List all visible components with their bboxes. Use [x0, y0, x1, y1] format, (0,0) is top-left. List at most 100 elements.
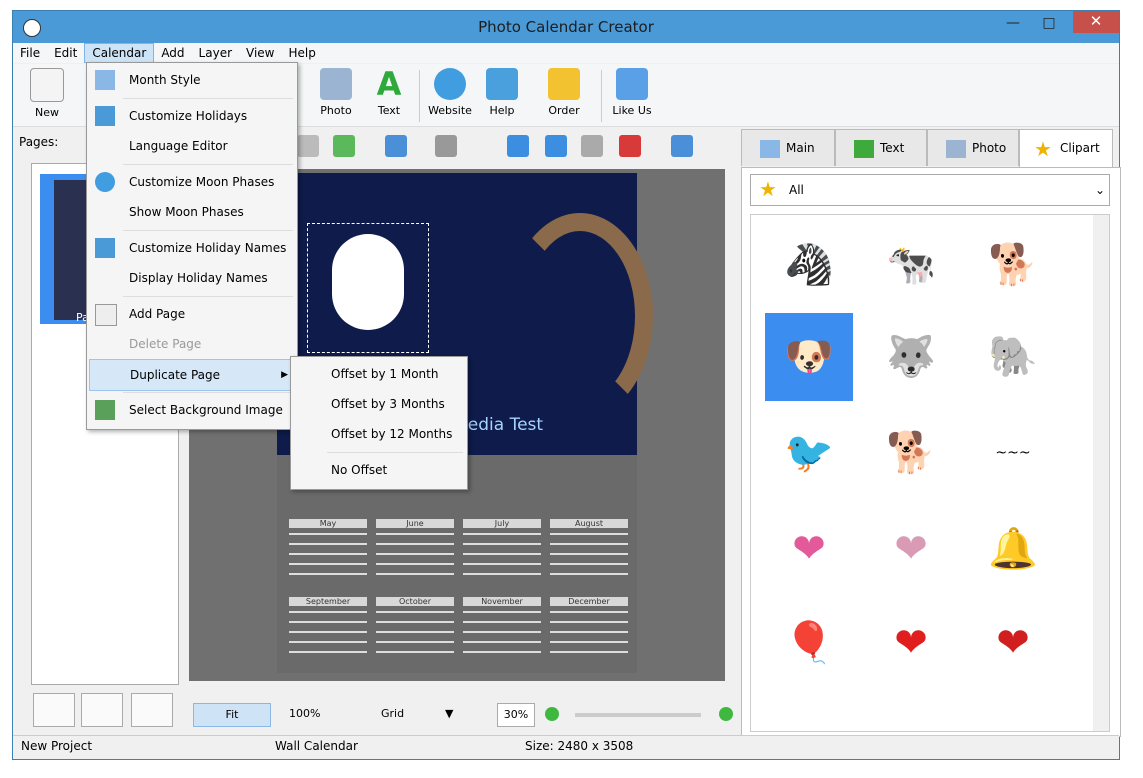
help-button[interactable]: Help [474, 68, 530, 117]
menu-item-display-holiday-names[interactable]: Display Holiday Names [87, 263, 297, 293]
light-heart-clipart[interactable]: ❤ [867, 505, 955, 593]
elephant-clipart[interactable]: 🐘 [969, 313, 1057, 401]
canvas-toolbar [289, 127, 739, 167]
clipart-category-select[interactable]: ★ All ⌄ [750, 174, 1110, 206]
red-heart-clipart[interactable]: ❤ [867, 599, 955, 687]
menu-item-customize-moon-phases[interactable]: Customize Moon Phases [87, 167, 297, 197]
zoom-slider[interactable] [575, 713, 701, 717]
month-december: December [550, 597, 628, 661]
menu-item-select-background-image[interactable]: Select Background Image [87, 395, 297, 425]
star-icon: ★ [759, 177, 777, 201]
menu-item-customize-holiday-names[interactable]: Customize Holiday Names [87, 233, 297, 263]
fit-button[interactable]: Fit [193, 703, 271, 727]
align-icon[interactable] [385, 135, 407, 157]
text-button[interactable]: A Text [361, 68, 417, 117]
menu-item-delete-page[interactable]: Delete Page [87, 329, 297, 359]
collie-dog-clipart[interactable]: 🐕 [969, 221, 1057, 309]
new-file-icon [30, 68, 64, 102]
pink-heart-clipart[interactable]: ❤ [765, 505, 853, 593]
menu-separator [123, 98, 293, 99]
minimize-icon[interactable]: — [999, 13, 1027, 35]
menu-file[interactable]: File [13, 43, 47, 63]
month-june: June [376, 519, 454, 583]
zoom-100-button[interactable]: 100% [289, 703, 320, 725]
month-october: October [376, 597, 454, 661]
menu-item-month-style[interactable]: Month Style [87, 65, 297, 95]
menu-item-customize-holidays[interactable]: Customize Holidays [87, 101, 297, 131]
clipart-gallery: 🦓 🐄 🐕 🐶 🐺 🐘 🐦 🐕 ~~~ ❤ ❤ 🔔 🎈 ❤ ❤ [750, 214, 1110, 732]
tab-main[interactable]: Main [741, 129, 835, 166]
dalmatian-clipart[interactable]: 🐶 [765, 313, 853, 401]
submenu-offset-3-months[interactable]: Offset by 3 Months [331, 389, 445, 419]
submenu-offset-12-months[interactable]: Offset by 12 Months [331, 419, 452, 449]
canvas-horizontal-scrollbar[interactable] [189, 683, 725, 697]
panel-tabs: Main Text Photo ★ Clipart [741, 127, 1119, 168]
month-august: August [550, 519, 628, 583]
poster-title: pedia Test [457, 415, 544, 435]
bell-clipart[interactable]: 🔔 [969, 505, 1057, 593]
calendar-grid-icon [95, 70, 115, 90]
month-september: September [289, 597, 367, 661]
new-button[interactable]: New [19, 68, 75, 119]
husky-clipart[interactable]: 🐺 [867, 313, 955, 401]
tab-text[interactable]: Text [835, 129, 927, 166]
menu-help[interactable]: Help [282, 43, 323, 63]
clipart-scrollbar[interactable] [1093, 215, 1109, 731]
grid-dropdown-arrow-icon[interactable]: ▼ [445, 703, 453, 725]
delete-icon[interactable] [619, 135, 641, 157]
menu-calendar[interactable]: Calendar [84, 43, 155, 63]
settings-gear-icon[interactable] [671, 135, 693, 157]
month-november: November [463, 597, 541, 661]
like-us-button[interactable]: Like Us [604, 68, 660, 117]
landscape-image-icon [95, 400, 115, 420]
calendar-icon [95, 238, 115, 258]
distribute-icon[interactable] [435, 135, 457, 157]
bird-clipart[interactable]: 🐦 [765, 409, 853, 497]
menu-separator [123, 392, 293, 393]
toolbar-separator [419, 70, 420, 122]
send-backward-icon[interactable] [333, 135, 355, 157]
menu-edit[interactable]: Edit [47, 43, 84, 63]
menu-view[interactable]: View [239, 43, 281, 63]
zoom-in-icon[interactable] [545, 707, 559, 721]
import-page-button[interactable] [81, 693, 123, 727]
cut-icon[interactable] [507, 135, 529, 157]
zoom-value-field[interactable]: 30% [497, 703, 535, 727]
bring-forward-icon[interactable] [297, 135, 319, 157]
selected-dog-clipart[interactable] [307, 223, 429, 353]
website-button[interactable]: Website [422, 68, 478, 117]
puppy-clipart[interactable]: 🐕 [867, 409, 955, 497]
toolbar-separator [601, 70, 602, 122]
paste-icon[interactable] [581, 135, 603, 157]
delete-page-button[interactable] [131, 693, 173, 727]
canvas-vertical-scrollbar[interactable] [727, 169, 741, 681]
menu-item-add-page[interactable]: Add Page [87, 299, 297, 329]
submenu-offset-1-month[interactable]: Offset by 1 Month [331, 359, 438, 389]
balloons-clipart[interactable]: 🎈 [765, 599, 853, 687]
add-page-button[interactable] [33, 693, 75, 727]
twig-clipart[interactable]: ~~~ [969, 409, 1057, 497]
properties-panel: Main Text Photo ★ Clipart ★ All ⌄ 🦓 🐄 🐕 🐶… [741, 127, 1121, 737]
heart-arrow-clipart[interactable]: ❤ [969, 599, 1057, 687]
menu-add[interactable]: Add [154, 43, 191, 63]
menu-layer[interactable]: Layer [192, 43, 239, 63]
menu-item-duplicate-page[interactable]: Duplicate Page ▶ [89, 359, 295, 391]
photo-button[interactable]: Photo [308, 68, 364, 117]
tab-clipart[interactable]: ★ Clipart [1019, 129, 1113, 168]
copy-icon[interactable] [545, 135, 567, 157]
menu-item-language-editor[interactable]: Language Editor [87, 131, 297, 161]
text-a-icon: A [376, 65, 402, 103]
close-icon[interactable]: ✕ [1073, 11, 1119, 33]
tab-photo[interactable]: Photo [927, 129, 1019, 166]
status-bar: New Project Wall Calendar Size: 2480 x 3… [13, 735, 1119, 756]
zoom-out-icon[interactable] [719, 707, 733, 721]
maximize-icon[interactable]: □ [1035, 13, 1063, 35]
order-button[interactable]: Order [536, 68, 592, 117]
zebra-clipart[interactable]: 🦓 [765, 221, 853, 309]
menu-item-show-moon-phases[interactable]: Show Moon Phases [87, 197, 297, 227]
cow-clipart[interactable]: 🐄 [867, 221, 955, 309]
grid-button[interactable]: Grid [381, 703, 404, 725]
submenu-no-offset[interactable]: No Offset [331, 455, 387, 485]
calendar-icon [95, 106, 115, 126]
chevron-down-icon: ⌄ [1094, 183, 1105, 197]
